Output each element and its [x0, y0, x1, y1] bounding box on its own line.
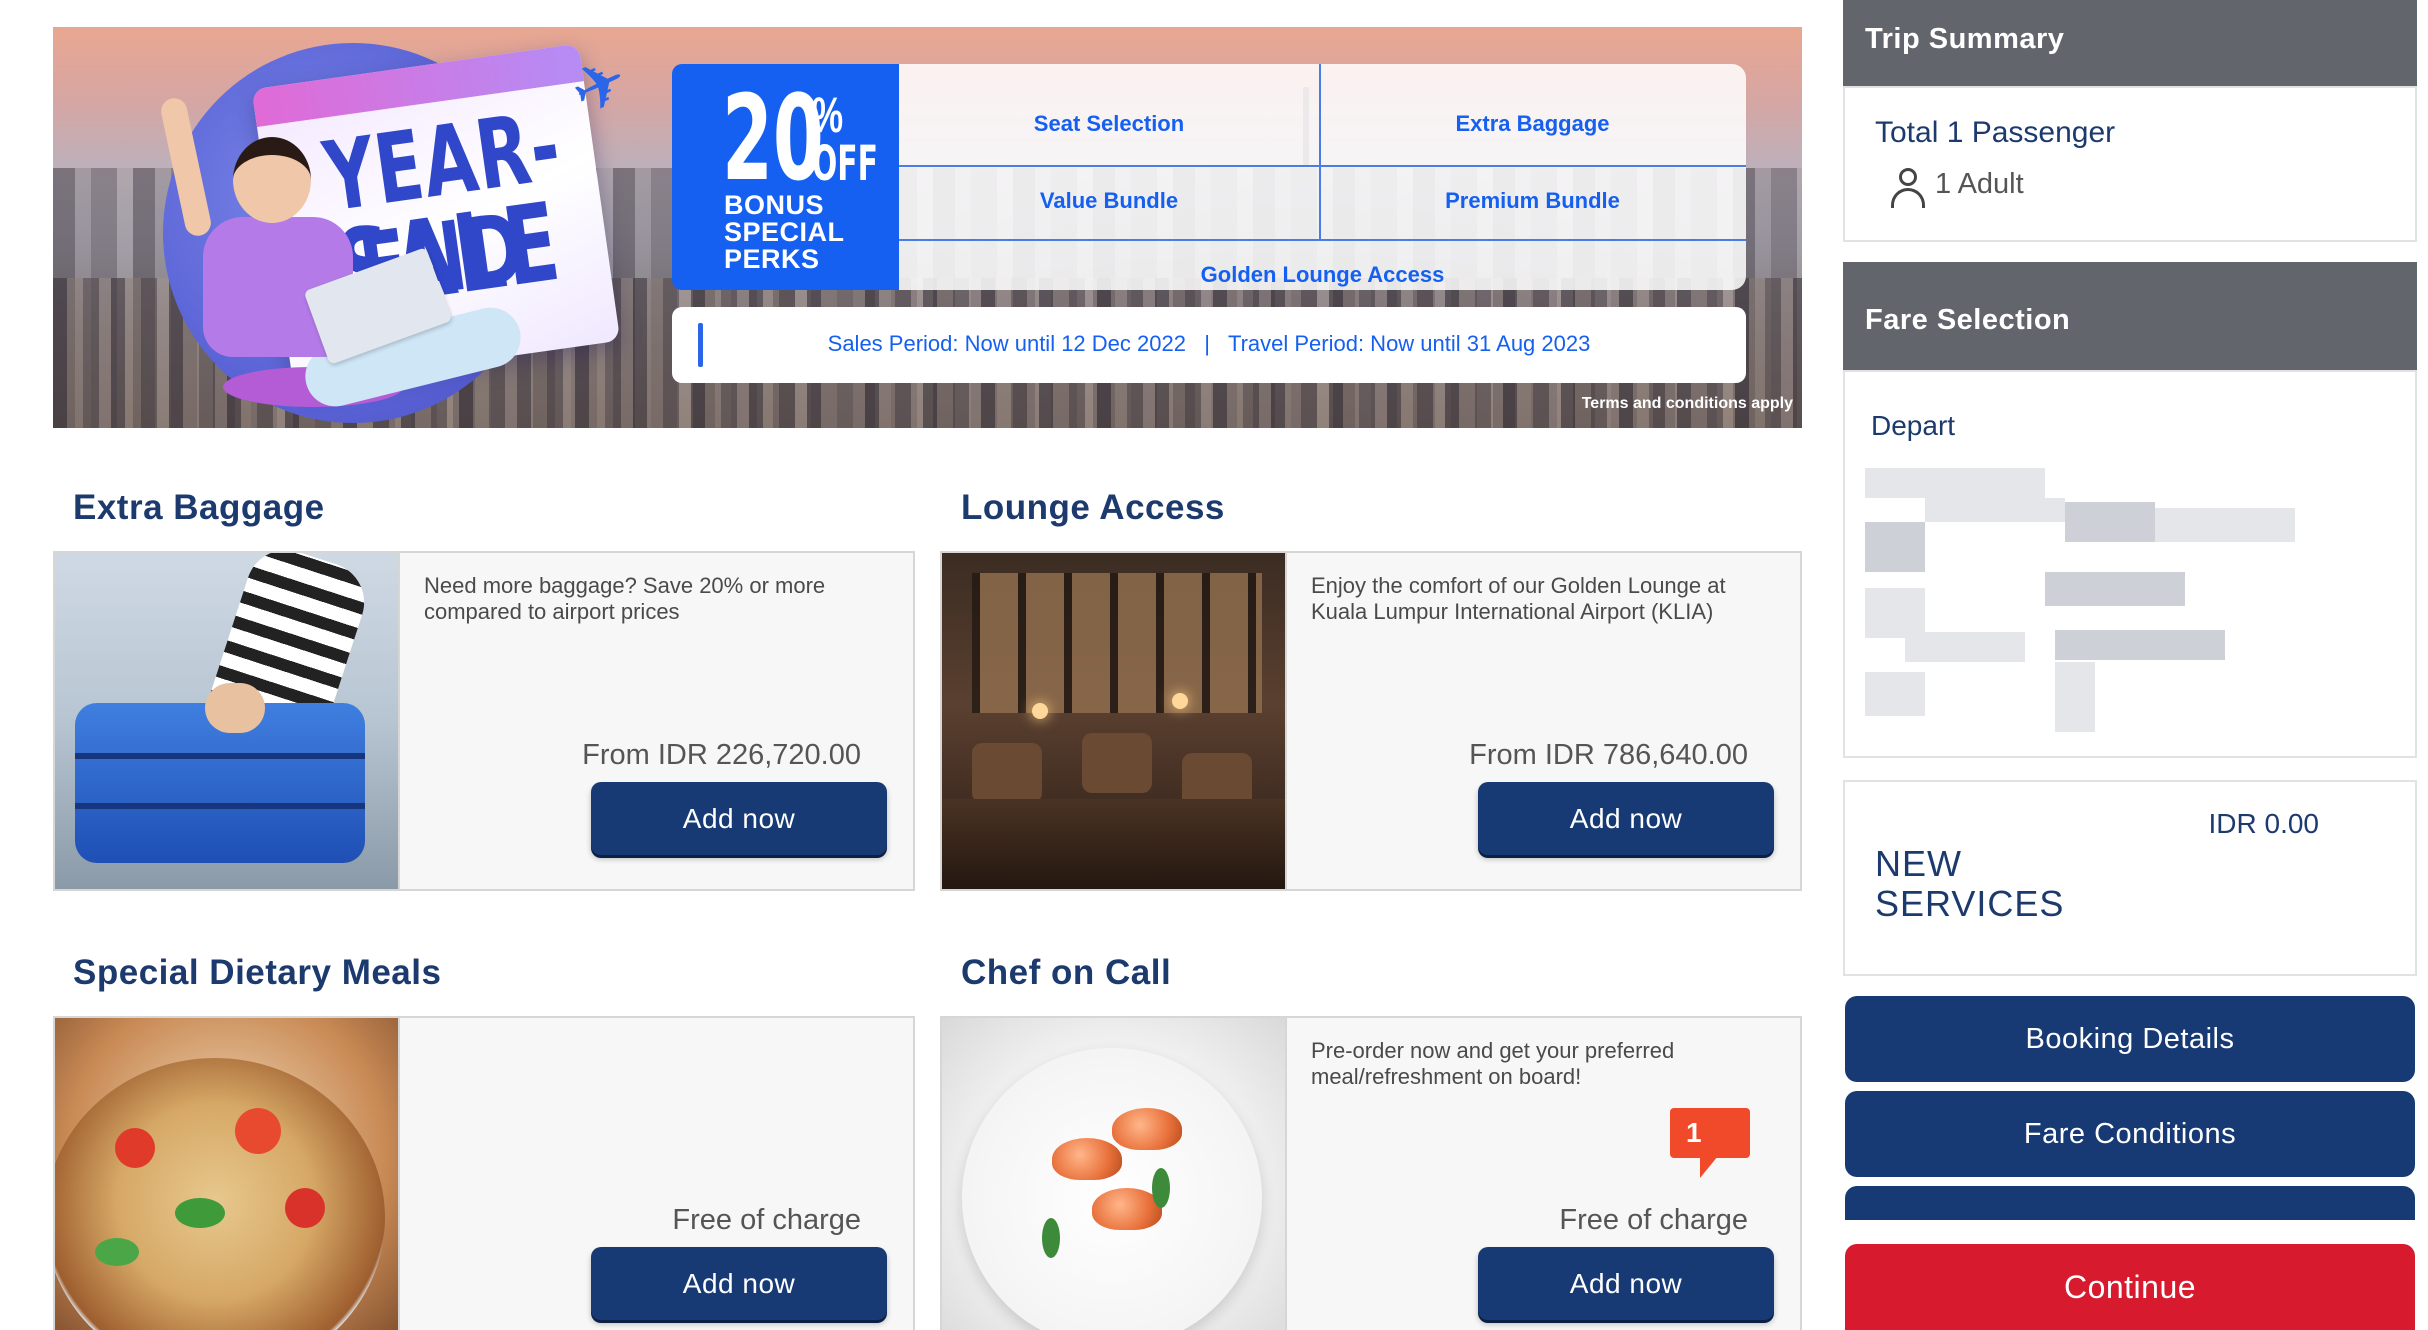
perk-value-bundle: Value Bundle: [1039, 188, 1179, 213]
redacted-flight-info: [1865, 588, 1925, 638]
trip-summary-panel: Total 1 Passenger 1 Adult: [1843, 86, 2417, 242]
redacted-flight-info: [2045, 572, 2185, 606]
bowl-icon: [55, 1058, 385, 1330]
perk-premium-bundle: Premium Bundle: [1445, 188, 1620, 213]
trip-summary-header: Trip Summary: [1843, 0, 2417, 86]
lounge-access-add-button[interactable]: Add now: [1478, 782, 1774, 855]
lounge-access-description: Enjoy the comfort of our Golden Lounge a…: [1311, 573, 1726, 624]
perks-divider: [899, 165, 1746, 167]
tomato-icon: [115, 1128, 155, 1168]
adult-count: 1 Adult: [1935, 168, 2024, 200]
special-meals-title: Special Dietary Meals: [73, 953, 442, 992]
herb-icon: [1152, 1168, 1170, 1208]
lamp-icon: [1172, 693, 1188, 709]
person-icon-head: [1899, 168, 1917, 186]
image-hand: [205, 683, 265, 733]
more-button[interactable]: [1845, 1186, 2415, 1220]
extra-baggage-card: Need more baggage? Save 20% or more comp…: [53, 551, 915, 891]
redacted-flight-info: [2055, 630, 2225, 660]
special-meals-price: Free of charge: [672, 1204, 861, 1236]
booking-details-button[interactable]: Booking Details: [1845, 996, 2415, 1082]
discount-box: 20 % OFF BONUS SPECIAL PERKS: [672, 64, 899, 290]
perk-golden-lounge: Golden Lounge Access: [1200, 262, 1445, 287]
new-services-label: NEW SERVICES: [1875, 843, 2065, 924]
fare-conditions-button[interactable]: Fare Conditions: [1845, 1091, 2415, 1177]
period-text: Sales Period: Now until 12 Dec 2022 | Tr…: [827, 331, 1591, 356]
fare-selection-header: Fare Selection: [1843, 262, 2417, 370]
new-services-amount: IDR 0.00: [2208, 808, 2320, 839]
redacted-flight-info: [1865, 468, 2045, 498]
redacted-flight-info: [1865, 522, 1925, 572]
tomato-icon: [285, 1188, 325, 1228]
extra-baggage-image: [55, 553, 400, 889]
chef-on-call-card: Pre-order now and get your preferred mea…: [940, 1016, 1802, 1330]
special-meals-add-button[interactable]: Add now: [591, 1247, 887, 1320]
redacted-flight-info: [1865, 672, 1925, 716]
herb-icon: [1042, 1218, 1060, 1258]
person-arm: [158, 95, 214, 239]
extra-baggage-add-button[interactable]: Add now: [591, 782, 887, 855]
banner-person-illustration: [158, 95, 527, 417]
discount-number: 20: [722, 69, 824, 207]
chef-on-call-price: Free of charge: [1559, 1204, 1748, 1236]
leaf-icon: [175, 1198, 225, 1228]
lounge-access-card: Enjoy the comfort of our Golden Lounge a…: [940, 551, 1802, 891]
redacted-flight-info: [2155, 508, 2295, 542]
person-icon-body: [1891, 188, 1925, 208]
chef-on-call-add-button[interactable]: Add now: [1478, 1247, 1774, 1320]
perk-extra-baggage: Extra Baggage: [1455, 111, 1610, 136]
extra-baggage-description: Need more baggage? Save 20% or more comp…: [424, 573, 826, 624]
redacted-flight-info: [1925, 498, 2065, 522]
lounge-floor: [942, 799, 1285, 889]
lounge-access-image: [942, 553, 1287, 889]
depart-label: Depart: [1871, 410, 1956, 441]
chair-icon: [972, 743, 1042, 803]
special-meals-card: Free of charge Add now: [53, 1016, 915, 1330]
discount-percent: %: [812, 87, 844, 143]
person-icon: [1891, 168, 1925, 208]
total-passenger: Total 1 Passenger: [1875, 116, 2116, 149]
new-services-panel: IDR 0.00 NEW SERVICES: [1843, 780, 2417, 976]
period-bar: Sales Period: Now until 12 Dec 2022 | Tr…: [672, 307, 1746, 383]
lounge-window: [972, 573, 1262, 713]
lounge-access-price: From IDR 786,640.00: [1469, 739, 1748, 771]
chef-on-call-image: [942, 1018, 1287, 1330]
tomato-icon: [235, 1108, 281, 1154]
redacted-flight-info: [2055, 662, 2095, 732]
extra-baggage-title: Extra Baggage: [73, 488, 325, 527]
terms-text: Terms and conditions apply: [1581, 395, 1793, 412]
chair-icon: [1082, 733, 1152, 793]
promo-banner[interactable]: YEAR-END SALE ✈ 20 % OFF BONUS SPECIAL P…: [53, 27, 1802, 428]
bonus-text: BONUS SPECIAL PERKS: [724, 190, 845, 274]
special-meals-image: [55, 1018, 400, 1330]
redacted-flight-info: [2065, 502, 2155, 542]
extra-baggage-price: From IDR 226,720.00: [582, 739, 861, 771]
suitcase-rib: [75, 753, 365, 759]
notification-badge[interactable]: 1: [1670, 1108, 1750, 1178]
perk-seat-selection: Seat Selection: [1033, 111, 1185, 136]
shrimp-icon: [1112, 1108, 1182, 1150]
fare-selection-panel: Depart: [1843, 370, 2417, 758]
lamp-icon: [1032, 703, 1048, 719]
redacted-flight-info: [1905, 632, 2025, 662]
chef-on-call-description: Pre-order now and get your preferred mea…: [1311, 1038, 1675, 1089]
leaf-icon: [95, 1238, 139, 1266]
person-head: [233, 137, 311, 223]
continue-button[interactable]: Continue: [1845, 1244, 2415, 1330]
perks-divider: [899, 239, 1746, 241]
lounge-access-title: Lounge Access: [961, 488, 1225, 527]
suitcase-rib: [75, 803, 365, 809]
perks-grid: Seat Selection Extra Baggage Value Bundl…: [899, 64, 1746, 290]
chef-on-call-title: Chef on Call: [961, 953, 1172, 992]
shrimp-icon: [1052, 1138, 1122, 1180]
discount-off: OFF: [812, 136, 878, 192]
